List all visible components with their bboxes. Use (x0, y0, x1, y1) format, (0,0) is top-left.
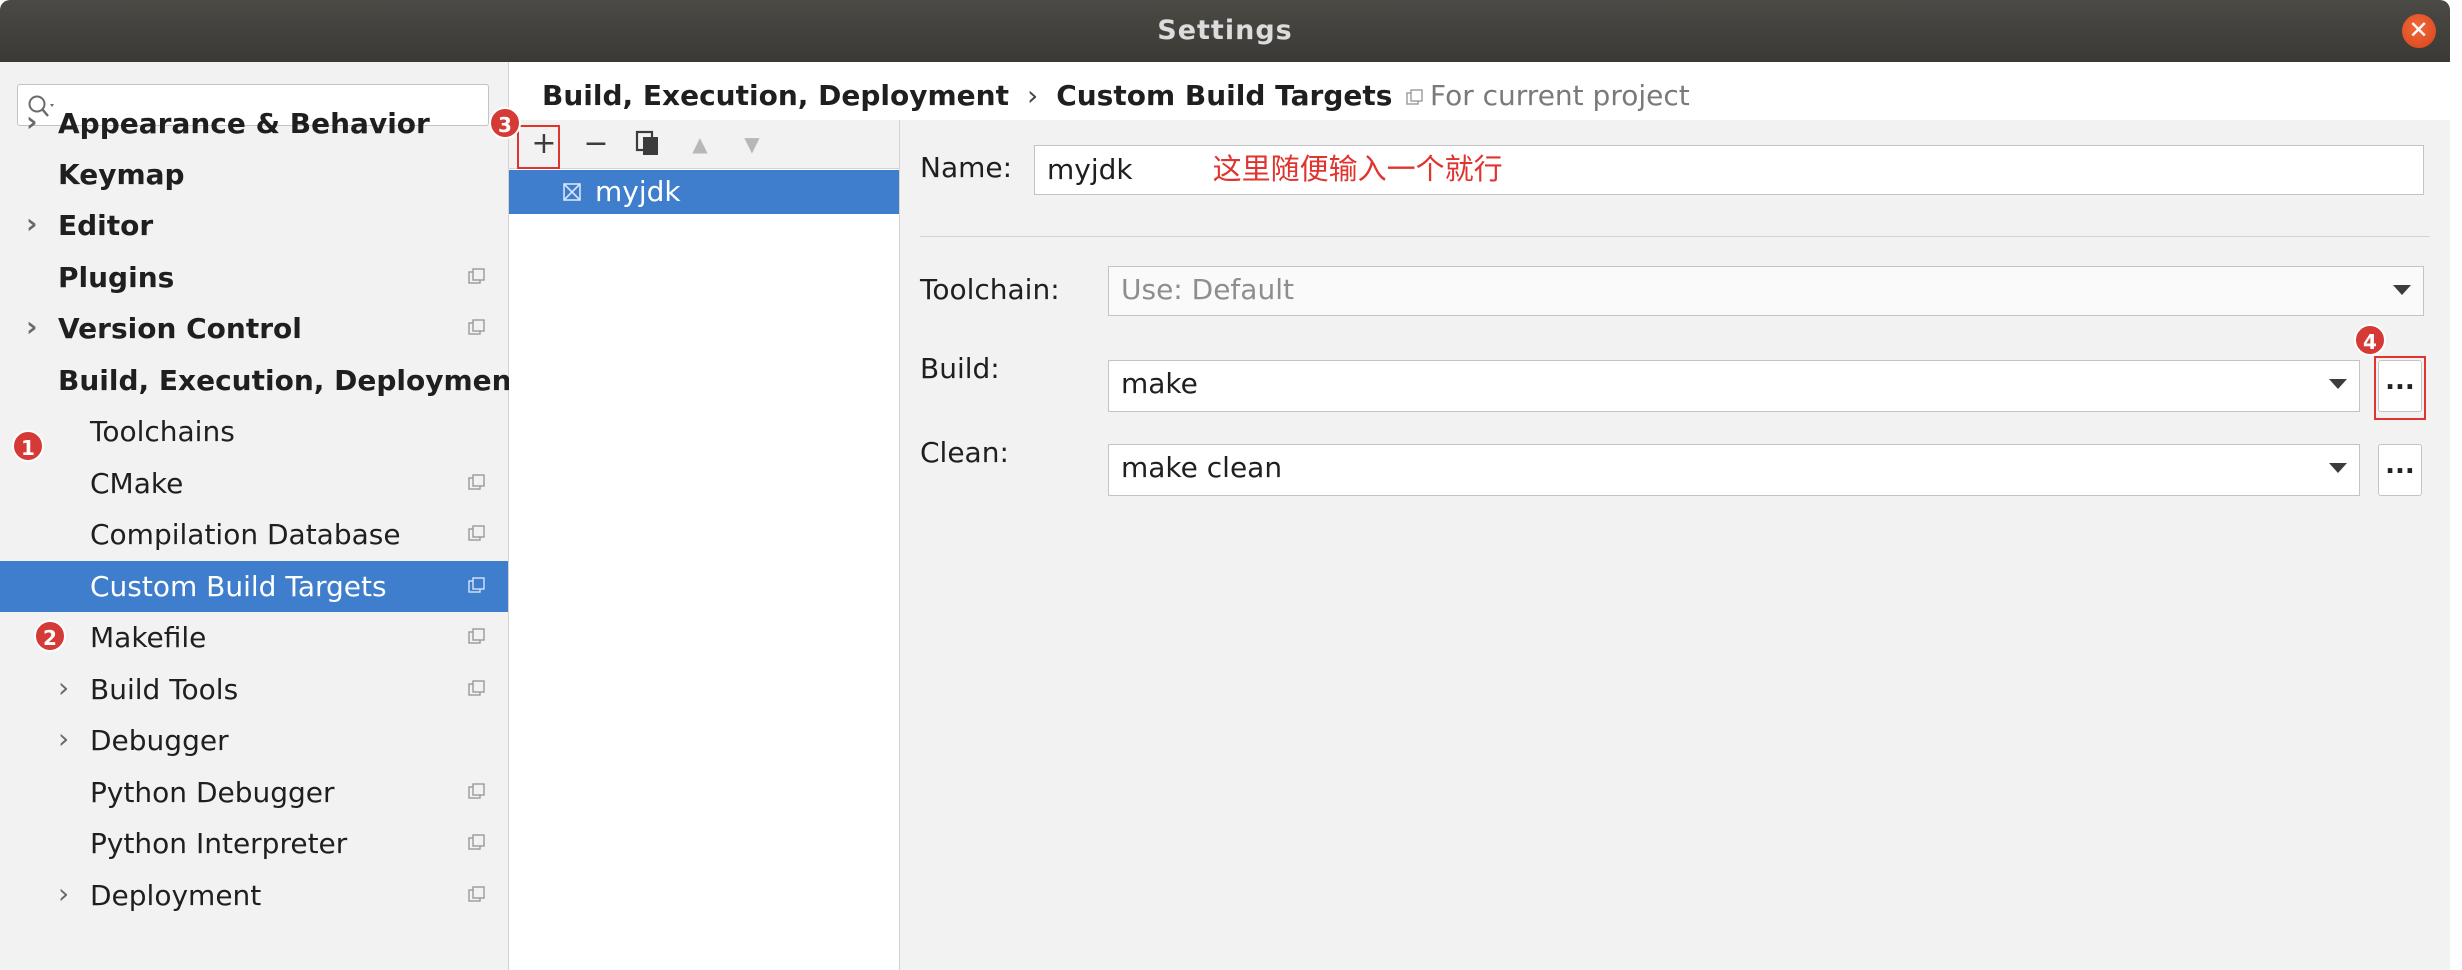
tree-item-editor[interactable]: › Editor (0, 200, 508, 251)
project-scope-icon (468, 525, 485, 541)
tree-item-label: Debugger (90, 724, 229, 757)
tree-item-build-tools[interactable]: › Build Tools (0, 664, 508, 715)
tree-item-python-debugger[interactable]: Python Debugger (0, 767, 508, 818)
toolchain-select[interactable]: Use: Default (1108, 266, 2424, 316)
close-icon[interactable]: ✕ (2402, 14, 2436, 48)
project-scope-icon (1406, 89, 1423, 105)
tree-item-debugger[interactable]: › Debugger (0, 715, 508, 766)
clean-label: Clean: (920, 436, 1009, 469)
expand-arrow-icon[interactable]: › (58, 715, 78, 766)
build-targets-list-panel: + − ▲ ▼ myjdk (509, 120, 900, 970)
annotation-box-add (517, 125, 560, 169)
expand-arrow-icon[interactable]: › (26, 303, 46, 354)
separator-line (920, 236, 2430, 237)
annotation-badge-3: 3 (489, 107, 521, 139)
toolchain-label: Toolchain: (920, 273, 1060, 306)
scope-text: For current project (1430, 79, 1690, 112)
build-value: make (1121, 367, 1198, 400)
breadcrumb: Build, Execution, Deployment › Custom Buil… (542, 72, 1392, 120)
project-scope-icon (468, 680, 485, 696)
tree-item-label: Python Interpreter (90, 827, 348, 860)
tree-item-makefile[interactable]: Makefile (0, 612, 508, 663)
clean-value: make clean (1121, 451, 1283, 484)
tree-item-python-interpreter[interactable]: Python Interpreter (0, 818, 508, 869)
tree-item-appearance-behavior[interactable]: › Appearance & Behavior (0, 98, 508, 149)
project-scope-icon (468, 886, 485, 902)
expand-arrow-icon[interactable]: › (26, 98, 46, 149)
tree-item-label: Keymap (58, 158, 185, 191)
annotation-box-browse (2374, 356, 2426, 420)
tree-item-keymap[interactable]: Keymap (0, 149, 508, 200)
tree-item-label: Custom Build Targets (90, 570, 387, 603)
move-down-button[interactable]: ▼ (733, 125, 771, 163)
project-scope-icon (468, 474, 485, 490)
name-label: Name: (920, 151, 1013, 184)
tree-item-label: Version Control (58, 312, 302, 345)
tree-item-label: Plugins (58, 261, 175, 294)
name-field[interactable]: myjdk 这里随便输入一个就行 (1034, 145, 2424, 195)
project-scope-icon (468, 628, 485, 644)
tree-item-label: Deployment (90, 879, 262, 912)
build-select[interactable]: make (1108, 360, 2360, 412)
name-value: myjdk (1047, 153, 1133, 186)
copy-icon (635, 130, 658, 155)
project-scope-icon (468, 577, 485, 593)
settings-tree-panel: › Appearance & Behavior Keymap › Editor … (0, 62, 525, 970)
tree-item-build-execution-deployment[interactable]: Build, Execution, Deployment (0, 355, 525, 406)
tree-item-compilation-database[interactable]: Compilation Database (0, 509, 508, 560)
tree-item-label: Appearance & Behavior (58, 107, 430, 140)
annotation-badge-4: 4 (2354, 324, 2386, 356)
chevron-down-icon (2393, 285, 2411, 295)
tree-item-label: CMake (90, 467, 184, 500)
project-scope-icon (468, 268, 485, 284)
scope-indicator: For current project (1406, 72, 1690, 120)
build-label: Build: (920, 352, 1000, 385)
annotation-badge-2: 2 (34, 620, 66, 652)
list-item[interactable]: myjdk (509, 170, 899, 214)
project-scope-icon (468, 319, 485, 335)
tree-item-version-control[interactable]: › Version Control (0, 303, 508, 354)
annotation-badge-1: 1 (12, 430, 44, 462)
toolchain-value: Use: Default (1121, 273, 1294, 306)
annotation-note: 这里随便输入一个就行 (1212, 152, 1503, 186)
tree-item-label: Compilation Database (90, 518, 401, 551)
tree-item-toolchains[interactable]: Toolchains (0, 406, 508, 457)
chevron-down-icon (2329, 379, 2347, 389)
tree-item-plugins[interactable]: Plugins (0, 252, 508, 303)
list-item-label: myjdk (595, 175, 681, 208)
expand-arrow-icon[interactable]: › (58, 664, 78, 715)
tree-item-custom-build-targets[interactable]: Custom Build Targets (0, 561, 508, 612)
breadcrumb-separator: › (1027, 79, 1039, 112)
expand-arrow-icon[interactable]: › (58, 870, 78, 921)
remove-button[interactable]: − (577, 125, 615, 163)
window-title: Settings (1157, 15, 1293, 46)
list-toolbar: + − ▲ ▼ (509, 120, 899, 169)
chevron-down-icon (2329, 463, 2347, 473)
tree-item-label: Build, Execution, Deployment (58, 364, 525, 397)
tree-item-label: Python Debugger (90, 776, 335, 809)
title-bar: Settings ✕ (0, 0, 2450, 62)
tree-item-label: Editor (58, 209, 154, 242)
clean-select[interactable]: make clean (1108, 444, 2360, 496)
breadcrumb-current: Custom Build Targets (1056, 79, 1393, 112)
tree-item-label: Toolchains (90, 415, 235, 448)
move-up-button[interactable]: ▲ (681, 125, 719, 163)
breadcrumb-parent[interactable]: Build, Execution, Deployment (542, 79, 1009, 112)
tree-item-deployment[interactable]: › Deployment (0, 870, 508, 921)
tree-item-label: Makefile (90, 621, 207, 654)
tree-item-label: Build Tools (90, 673, 239, 706)
project-scope-icon (468, 783, 485, 799)
project-scope-icon (468, 834, 485, 850)
copy-button[interactable] (629, 125, 667, 163)
expand-arrow-icon[interactable]: › (26, 200, 46, 251)
clean-browse-button[interactable]: ... (2378, 444, 2422, 496)
target-settings-form (900, 120, 2450, 970)
build-target-icon (563, 183, 581, 201)
tree-item-cmake[interactable]: CMake (0, 458, 508, 509)
